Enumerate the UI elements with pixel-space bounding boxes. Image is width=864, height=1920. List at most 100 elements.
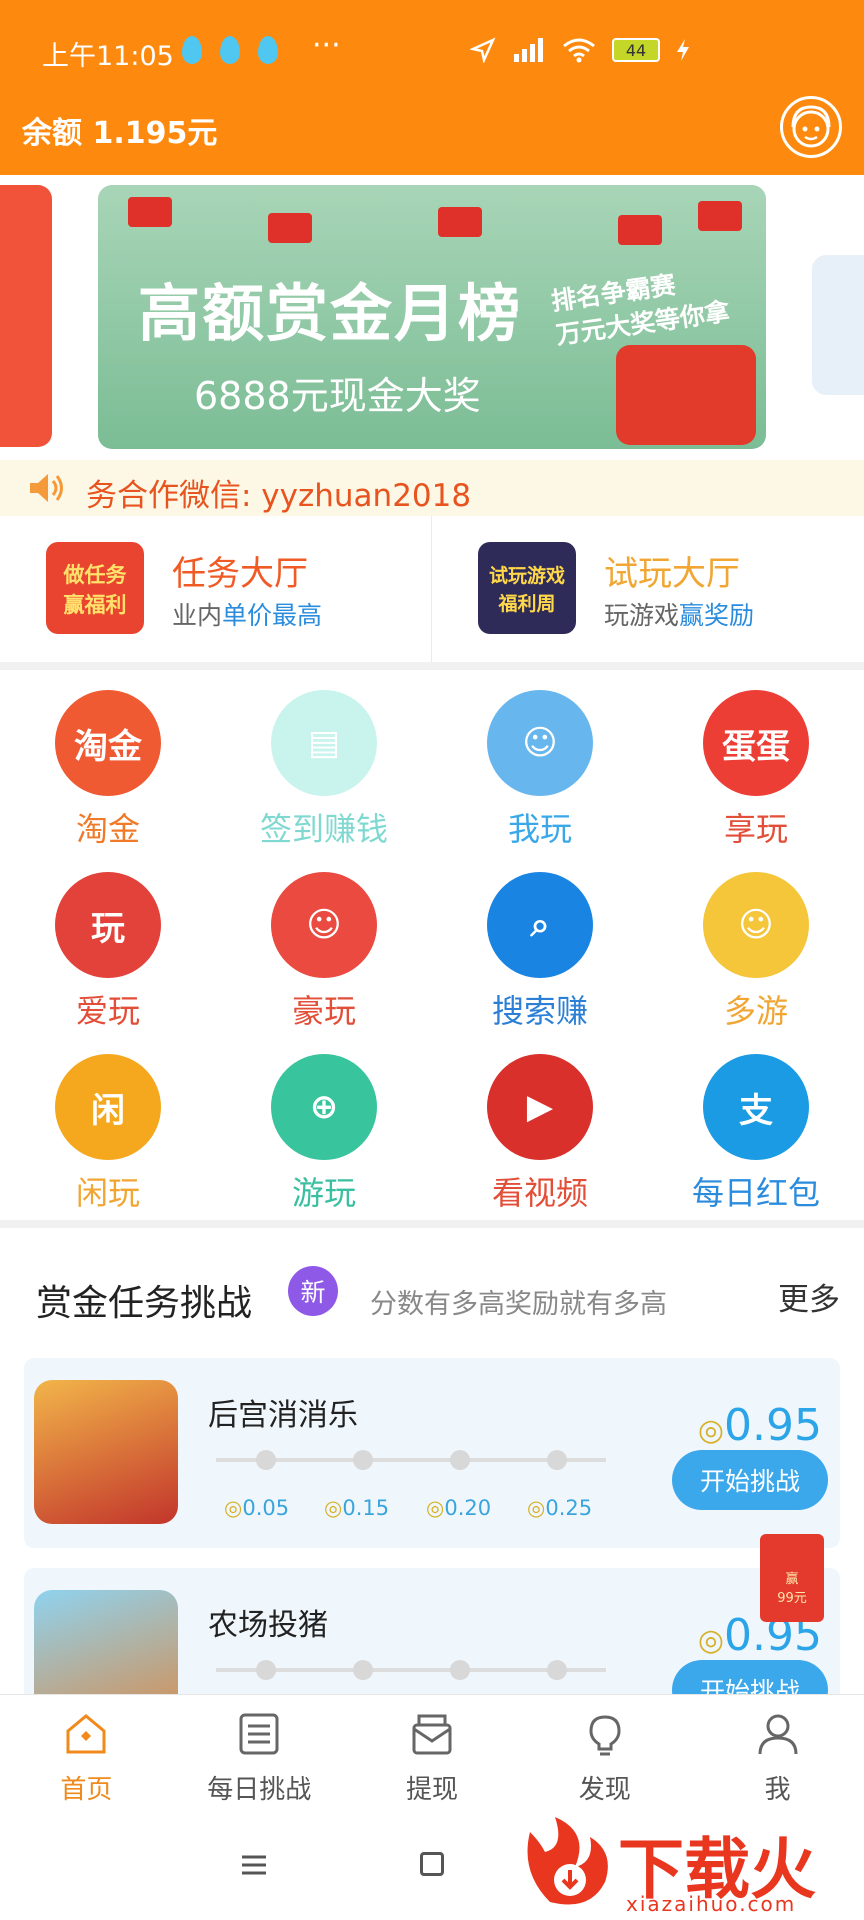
grid-label: 豪玩 [291,992,356,1030]
grid-icon: ☺ [271,872,377,978]
grid-icon: ⌕ [487,872,593,978]
customer-service-icon[interactable] [780,96,842,158]
coin-icon: ◎ [224,1496,243,1520]
balance-label[interactable]: 余额 1.195元 [22,108,217,152]
reward-value: 0.20 [444,1496,492,1520]
progress-track [216,1660,606,1680]
home-icon [66,1714,106,1754]
notice-bar[interactable]: 务合作微信: yyzhuan2018 [0,460,864,516]
coin-icon: ◎ [697,1623,725,1658]
grid-item-0[interactable]: 淘金 淘金 [0,670,216,850]
trial-hall-title: 试玩大厅 [604,554,740,594]
grid-label: 每日红包 [691,1174,820,1212]
lantern-decoration [618,215,662,245]
progress-dot [353,1450,373,1470]
trial-hall-image-text: 试玩游戏 [488,565,565,587]
nav-daily-challenge[interactable]: 每日挑战 [173,1695,346,1811]
home-square-icon[interactable] [420,1852,444,1876]
progress-dot [547,1450,567,1470]
grid-label: 游玩 [291,1174,356,1212]
banner-tagline: 排名争霸赛 万元大奖等你拿 [549,261,732,353]
grid-label: 我玩 [507,810,572,848]
challenge-card[interactable]: 后宫消消乐 ◎0.05 ◎0.15 ◎0.20 ◎0.25 ◎0.95 开始挑战 [24,1358,840,1548]
task-hall-image-text: 赢福利 [63,593,127,617]
lantern-decoration [438,207,482,237]
grid-label: 闲玩 [75,1174,140,1212]
grid-item-7[interactable]: ☺ 多游 [648,852,864,1032]
task-hall-title: 任务大厅 [172,554,308,594]
prev-banner-peek[interactable] [0,185,52,447]
nav-profile[interactable]: 我 [691,1695,864,1811]
red-envelope-illustration [616,345,756,445]
grid-label: 看视频 [491,1174,588,1212]
drop-icon [182,36,202,64]
grid-item-8[interactable]: 闲闲玩 [0,1034,216,1214]
progress-dot [256,1450,276,1470]
grid-label: 签到赚钱 [259,810,388,848]
nav-label: 首页 [60,1775,113,1805]
reward-tier: ◎0.25 [527,1496,592,1520]
lantern-decoration [268,213,312,243]
trial-hall[interactable]: 试玩游戏 福利周 试玩大厅 玩游戏赢奖励 [432,516,864,662]
new-badge: 新 [288,1266,338,1316]
menu-icon[interactable] [240,1854,268,1876]
nav-withdraw[interactable]: 提现 [346,1695,519,1811]
floating-red-envelope[interactable]: 赢 99元 [760,1534,824,1622]
lantern-decoration [698,201,742,231]
grid-item-9[interactable]: ⊕ 游玩 [216,1034,432,1214]
grid-icon: 闲 [55,1054,161,1160]
more-link[interactable]: 更多 [778,1274,840,1319]
nav-label: 提现 [405,1775,458,1805]
wifi-icon [563,38,595,63]
feature-grid: 淘金 淘金 ▤ 签到赚钱 ☺ 我玩 蛋蛋 享玩玩爱玩 ☺ 豪玩 ⌕ 搜索赚 ☺ 多游闲闲玩 ⊕ 游玩 ▶ 看视频支… [0,670,864,1220]
nav-home[interactable]: 首页 [0,1695,173,1811]
lightbulb-icon [589,1715,621,1756]
grid-item-6[interactable]: ⌕ 搜索赚 [432,852,648,1032]
grid-label: 享玩 [723,810,788,848]
progress-track [216,1450,606,1470]
banner-slide[interactable]: 高额赏金月榜 6888元现金大奖 排名争霸赛 万元大奖等你拿 [98,185,766,449]
progress-dot [450,1450,470,1470]
list-icon [239,1713,279,1755]
grid-icon: ☺ [703,872,809,978]
battery-icon: 44 [612,38,660,62]
nav-label: 发现 [578,1775,631,1805]
start-challenge-button[interactable]: 开始挑战 [672,1450,828,1510]
task-hall-sub-prefix: 业内 [172,601,223,630]
reward-value: 0.25 [545,1496,593,1520]
notification-icons [182,36,278,64]
notice-text: 务合作微信: yyzhuan2018 [86,478,472,514]
app-root: { "status_bar": { "time": "上午11:05", "do… [0,0,864,1920]
system-icons: 44 [470,36,690,64]
grid-item-3[interactable]: 蛋蛋 享玩 [648,670,864,850]
task-hall-subtitle: 业内单价最高 [172,596,322,632]
reward-value: 0.05 [242,1496,290,1520]
nav-discover[interactable]: 发现 [518,1695,691,1811]
trial-hall-image-text: 福利周 [498,593,556,615]
drop-icon [258,36,278,64]
grid-item-1[interactable]: ▤ 签到赚钱 [216,670,432,850]
banner-subtitle: 6888元现金大奖 [194,374,481,418]
speaker-icon [30,474,63,502]
banner-carousel[interactable]: 高额赏金月榜 6888元现金大奖 排名争霸赛 万元大奖等你拿 [0,175,864,460]
nav-label: 我 [764,1775,791,1805]
trial-hall-subtitle: 玩游戏赢奖励 [604,596,754,632]
grid-item-2[interactable]: ☺ 我玩 [432,670,648,850]
nav-label: 每日挑战 [207,1775,312,1805]
challenge-section: 赏金任务挑战 新 分数有多高奖励就有多高 更多 后宫消消乐 ◎0.05 ◎0.1… [0,1228,864,1758]
coin-icon: ◎ [324,1496,343,1520]
task-hall[interactable]: 做任务 赢福利 任务大厅 业内单价最高 [0,516,432,662]
grid-item-11[interactable]: 支每日红包 [648,1034,864,1214]
signal-icon [514,38,543,62]
bottom-navigation: 首页 每日挑战 提现 发现 我 [0,1694,864,1810]
grid-icon: 玩 [55,872,161,978]
grid-item-4[interactable]: 玩爱玩 [0,852,216,1032]
grid-icon: ▶ [487,1054,593,1160]
red-envelope-line1: 赢 [785,1572,799,1587]
next-banner-peek[interactable] [812,255,864,395]
reward-value: 0.15 [342,1496,390,1520]
grid-item-5[interactable]: ☺ 豪玩 [216,852,432,1032]
reward-tier: ◎0.15 [324,1496,389,1520]
grid-item-10[interactable]: ▶ 看视频 [432,1034,648,1214]
more-notifications: ··· [312,28,341,63]
